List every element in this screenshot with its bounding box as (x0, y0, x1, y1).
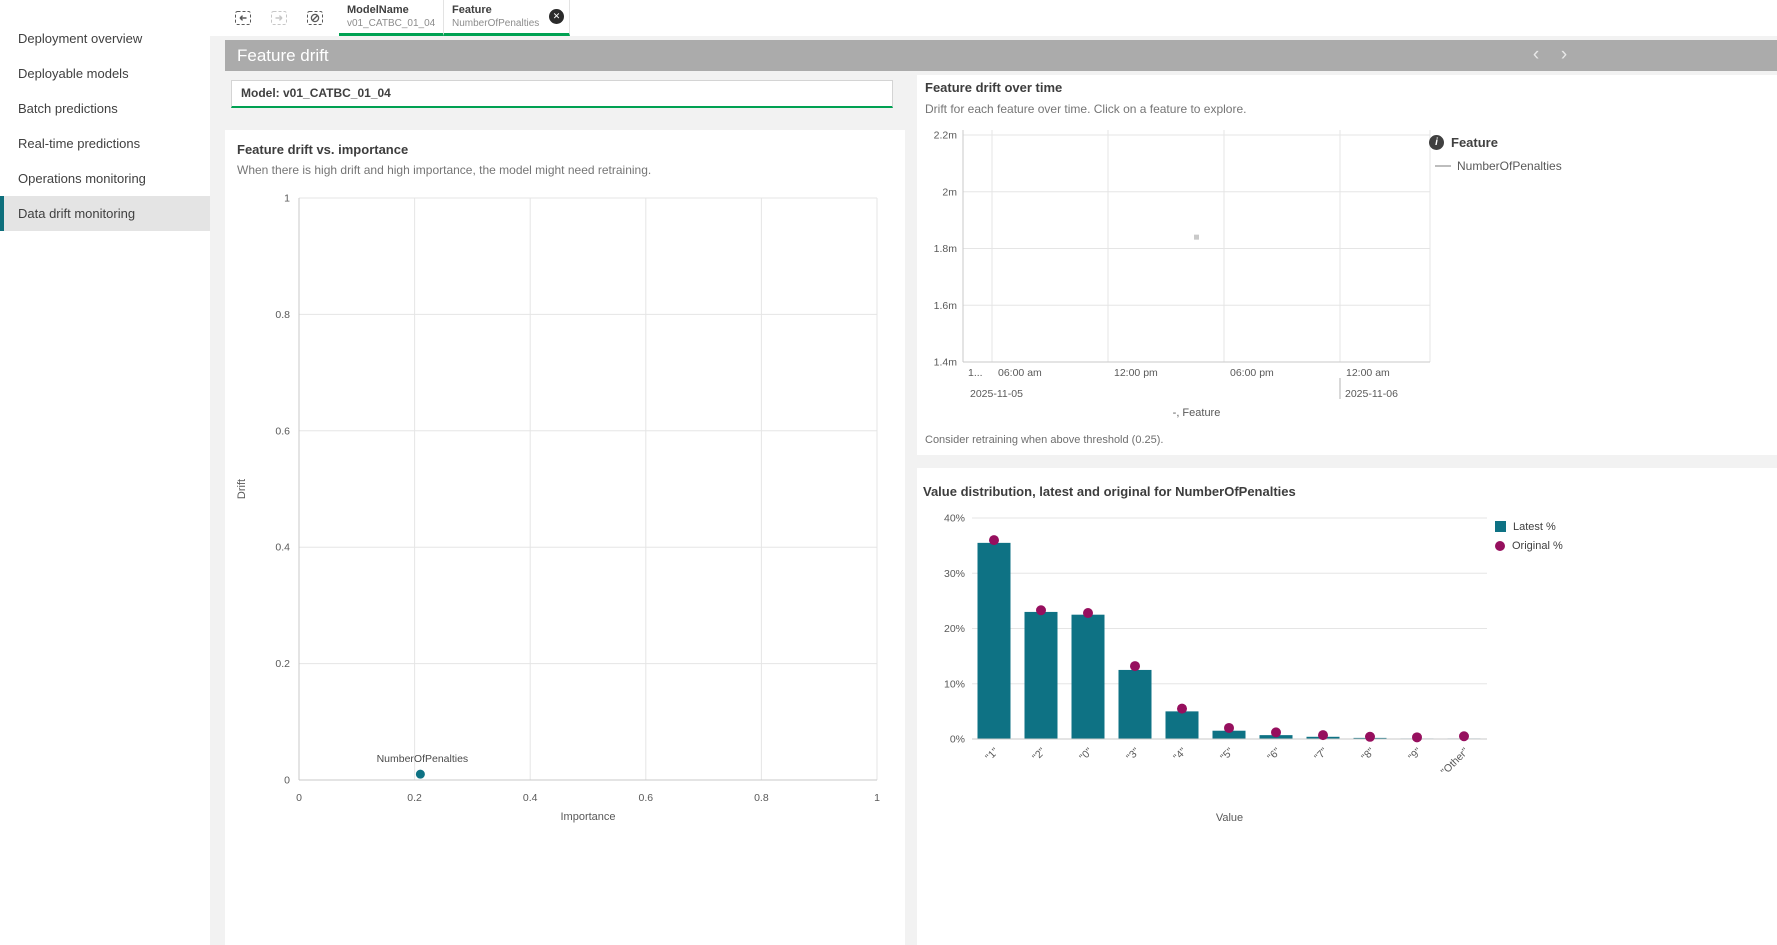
svg-text:0: 0 (296, 792, 302, 804)
svg-text:"7": "7" (1312, 745, 1330, 763)
legend-label: Original % (1512, 540, 1563, 552)
feature-drift-over-time-card: Feature drift over time Drift for each f… (917, 75, 1777, 455)
chart-subtitle: Drift for each feature over time. Click … (925, 102, 1246, 116)
svg-text:0.8: 0.8 (275, 309, 290, 321)
sheet-title: Feature drift (237, 40, 329, 71)
sidebar-item-batch-predictions[interactable]: Batch predictions (0, 91, 210, 126)
sheet-header: Feature drift ‹ › (225, 40, 1777, 71)
svg-text:0.6: 0.6 (275, 425, 290, 437)
previous-sheet-icon[interactable]: ‹ (1525, 40, 1547, 70)
svg-text:0.6: 0.6 (638, 792, 653, 804)
bar-legend: Latest % Original % (1495, 517, 1563, 555)
svg-text:06:00 am: 06:00 am (998, 367, 1042, 379)
svg-text:40%: 40% (944, 513, 965, 525)
line-chart[interactable]: 1.4m 1.6m 1.8m 2m 2.2m 1... 06:00 am 12:00 pm 06… (917, 75, 1777, 455)
svg-text:0.2: 0.2 (407, 792, 422, 804)
svg-text:0.4: 0.4 (523, 792, 538, 804)
svg-text:0: 0 (284, 775, 290, 787)
svg-text:0.4: 0.4 (275, 542, 290, 554)
svg-text:1: 1 (284, 193, 290, 205)
svg-text:"6": "6" (1265, 745, 1283, 763)
selection-field-value: NumberOfPenalties (452, 17, 563, 30)
legend-title: Feature (1451, 135, 1498, 150)
svg-text:30%: 30% (944, 568, 965, 580)
selection-toolbar: ModelName v01_CATBC_01_04 Feature Number… (210, 0, 1777, 36)
selection-chip-modelname[interactable]: ModelName v01_CATBC_01_04 (339, 0, 444, 36)
legend-item-original[interactable]: Original % (1495, 536, 1563, 555)
legend-item-latest[interactable]: Latest % (1495, 517, 1563, 536)
svg-text:NumberOfPenalties: NumberOfPenalties (377, 753, 469, 765)
svg-text:"0": "0" (1077, 745, 1095, 763)
latest-swatch (1495, 521, 1506, 532)
series-name: NumberOfPenalties (1457, 159, 1562, 173)
selection-chip-feature[interactable]: Feature NumberOfPenalties ✕ (444, 0, 570, 36)
chart-title: Value distribution, latest and original … (923, 484, 1296, 499)
info-icon[interactable]: i (1429, 135, 1444, 150)
sidebar-item-deployable-models[interactable]: Deployable models (0, 56, 210, 91)
next-sheet-icon[interactable]: › (1553, 40, 1575, 70)
sidebar-item-deployment-overview[interactable]: Deployment overview (0, 21, 210, 56)
series-line-swatch (1435, 165, 1451, 167)
svg-text:"3": "3" (1124, 745, 1142, 763)
svg-text:"5": "5" (1218, 745, 1236, 763)
time-legend: i Feature NumberOfPenalties (1429, 135, 1562, 173)
sidebar-item-real-time-predictions[interactable]: Real-time predictions (0, 126, 210, 161)
svg-text:10%: 10% (944, 678, 965, 690)
selection-actions (225, 0, 339, 36)
selection-field-name: ModelName (347, 4, 437, 17)
selections-back-button[interactable] (227, 4, 259, 32)
selections-forward-icon (269, 8, 289, 28)
legend-item-numberofpenalties[interactable]: NumberOfPenalties (1435, 159, 1562, 173)
model-selector-label: Model: v01_CATBC_01_04 (241, 86, 391, 100)
svg-text:2m: 2m (942, 186, 957, 198)
chart-subtitle: When there is high drift and high import… (237, 163, 651, 177)
feature-drift-vs-importance-card: Feature drift vs. importance When there … (225, 130, 905, 945)
svg-text:1...: 1... (968, 367, 983, 379)
clear-feature-selection-icon[interactable]: ✕ (549, 9, 564, 24)
svg-text:12:00 pm: 12:00 pm (1114, 367, 1158, 379)
sidebar-item-data-drift-monitoring[interactable]: Data drift monitoring (0, 196, 210, 231)
svg-text:2.2m: 2.2m (934, 130, 958, 142)
svg-text:12:00 am: 12:00 am (1346, 367, 1390, 379)
value-distribution-card: Value distribution, latest and original … (917, 468, 1777, 945)
bar-chart[interactable]: 0% 10% 20% 30% 40% "1" "2" "0" "3" "4" "5" "6" "7" "8… (917, 468, 1777, 945)
svg-text:"4": "4" (1171, 745, 1189, 763)
svg-text:2025-11-05: 2025-11-05 (970, 388, 1023, 400)
clear-selections-icon (305, 8, 325, 28)
clear-selections-button[interactable] (299, 4, 331, 32)
time-axis-label: -, Feature (963, 407, 1430, 419)
svg-text:"1": "1" (983, 745, 1001, 763)
svg-text:06:00 pm: 06:00 pm (1230, 367, 1274, 379)
sidebar-nav: Deployment overviewDeployable modelsBatc… (0, 0, 210, 945)
selection-field-name: Feature (452, 4, 563, 17)
svg-text:1.6m: 1.6m (934, 300, 958, 312)
app-window: Deployment overviewDeployable modelsBatc… (0, 0, 1777, 945)
svg-text:Importance: Importance (560, 811, 615, 823)
svg-text:0%: 0% (950, 734, 965, 746)
svg-text:Drift: Drift (236, 479, 248, 499)
svg-text:"2": "2" (1030, 745, 1048, 763)
sidebar-item-operations-monitoring[interactable]: Operations monitoring (0, 161, 210, 196)
selections-forward-button[interactable] (263, 4, 295, 32)
bar-x-axis-label: Value (972, 812, 1487, 824)
svg-text:"9": "9" (1406, 745, 1424, 763)
selections-back-icon (233, 8, 253, 28)
original-swatch (1495, 541, 1505, 551)
threshold-note: Consider retraining when above threshold… (925, 434, 1163, 446)
model-selector[interactable]: Model: v01_CATBC_01_04 (231, 80, 893, 108)
svg-text:1.4m: 1.4m (934, 357, 958, 369)
chart-title: Feature drift over time (925, 80, 1062, 95)
svg-text:2025-11-06: 2025-11-06 (1345, 388, 1398, 400)
selection-field-value: v01_CATBC_01_04 (347, 17, 437, 30)
svg-text:"8": "8" (1359, 745, 1377, 763)
svg-text:"Other": "Other" (1439, 745, 1472, 778)
svg-text:1.8m: 1.8m (934, 243, 958, 255)
svg-text:0.8: 0.8 (754, 792, 769, 804)
scatter-plot[interactable]: 0 0.2 0.4 0.6 0.8 1 0 0.2 0.4 0.6 0.8 1 NumberOfPena… (225, 130, 905, 945)
chart-title: Feature drift vs. importance (237, 142, 408, 157)
legend-label: Latest % (1513, 521, 1556, 533)
svg-text:1: 1 (874, 792, 880, 804)
svg-text:20%: 20% (944, 623, 965, 635)
svg-text:0.2: 0.2 (275, 658, 290, 670)
